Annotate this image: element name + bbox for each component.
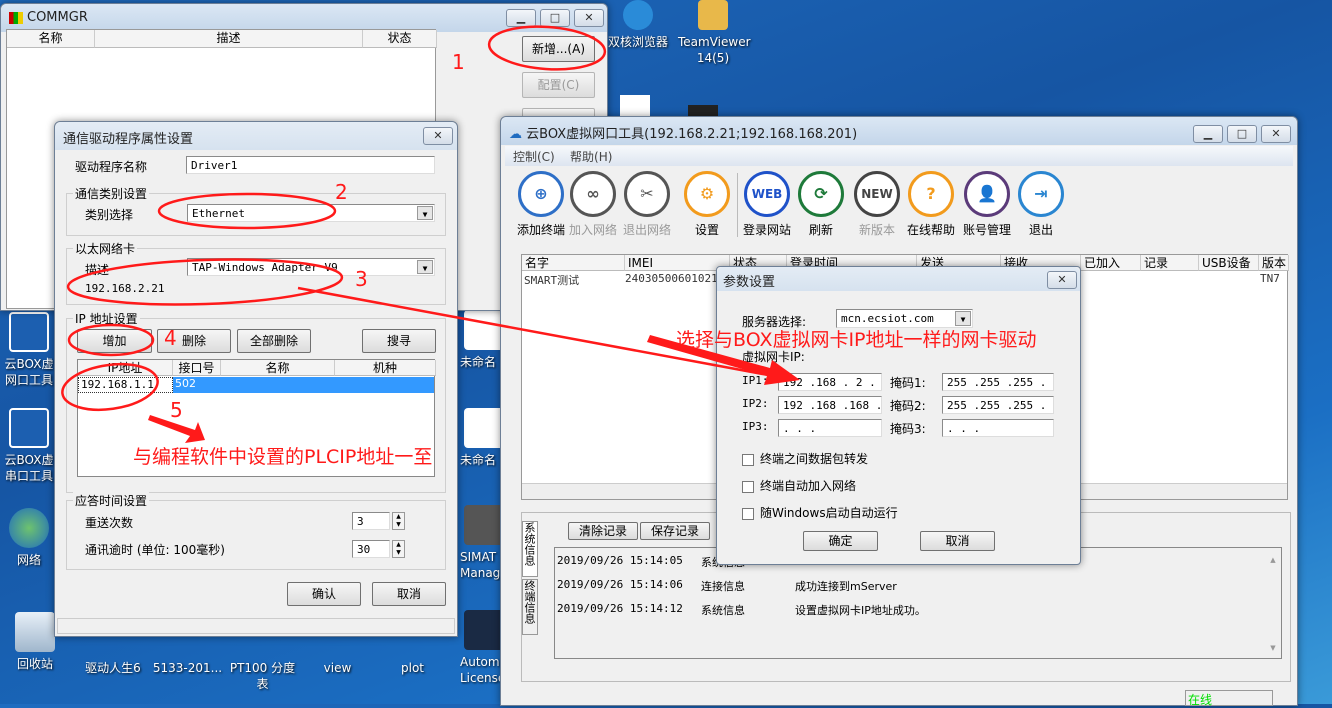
annotation-circle-5	[61, 362, 159, 412]
annotation-number-1: 1	[452, 50, 465, 74]
annotation-circle-2	[157, 192, 337, 230]
annotation-note-plc: 与编程软件中设置的PLCIP地址一至	[133, 446, 433, 468]
annotation-number-3: 3	[355, 267, 368, 291]
annotation-note-nic: 选择与BOX虚拟网卡IP地址一样的网卡驱动	[676, 329, 1037, 351]
annotation-number-5: 5	[170, 398, 183, 422]
annotation-circle-1	[487, 25, 607, 71]
annotation-layer	[61, 25, 800, 443]
annotation-number-2: 2	[335, 180, 348, 204]
annotation-circle-3	[66, 258, 344, 306]
annotation-number-4: 4	[164, 326, 177, 350]
annotation-circle-4	[67, 323, 155, 357]
